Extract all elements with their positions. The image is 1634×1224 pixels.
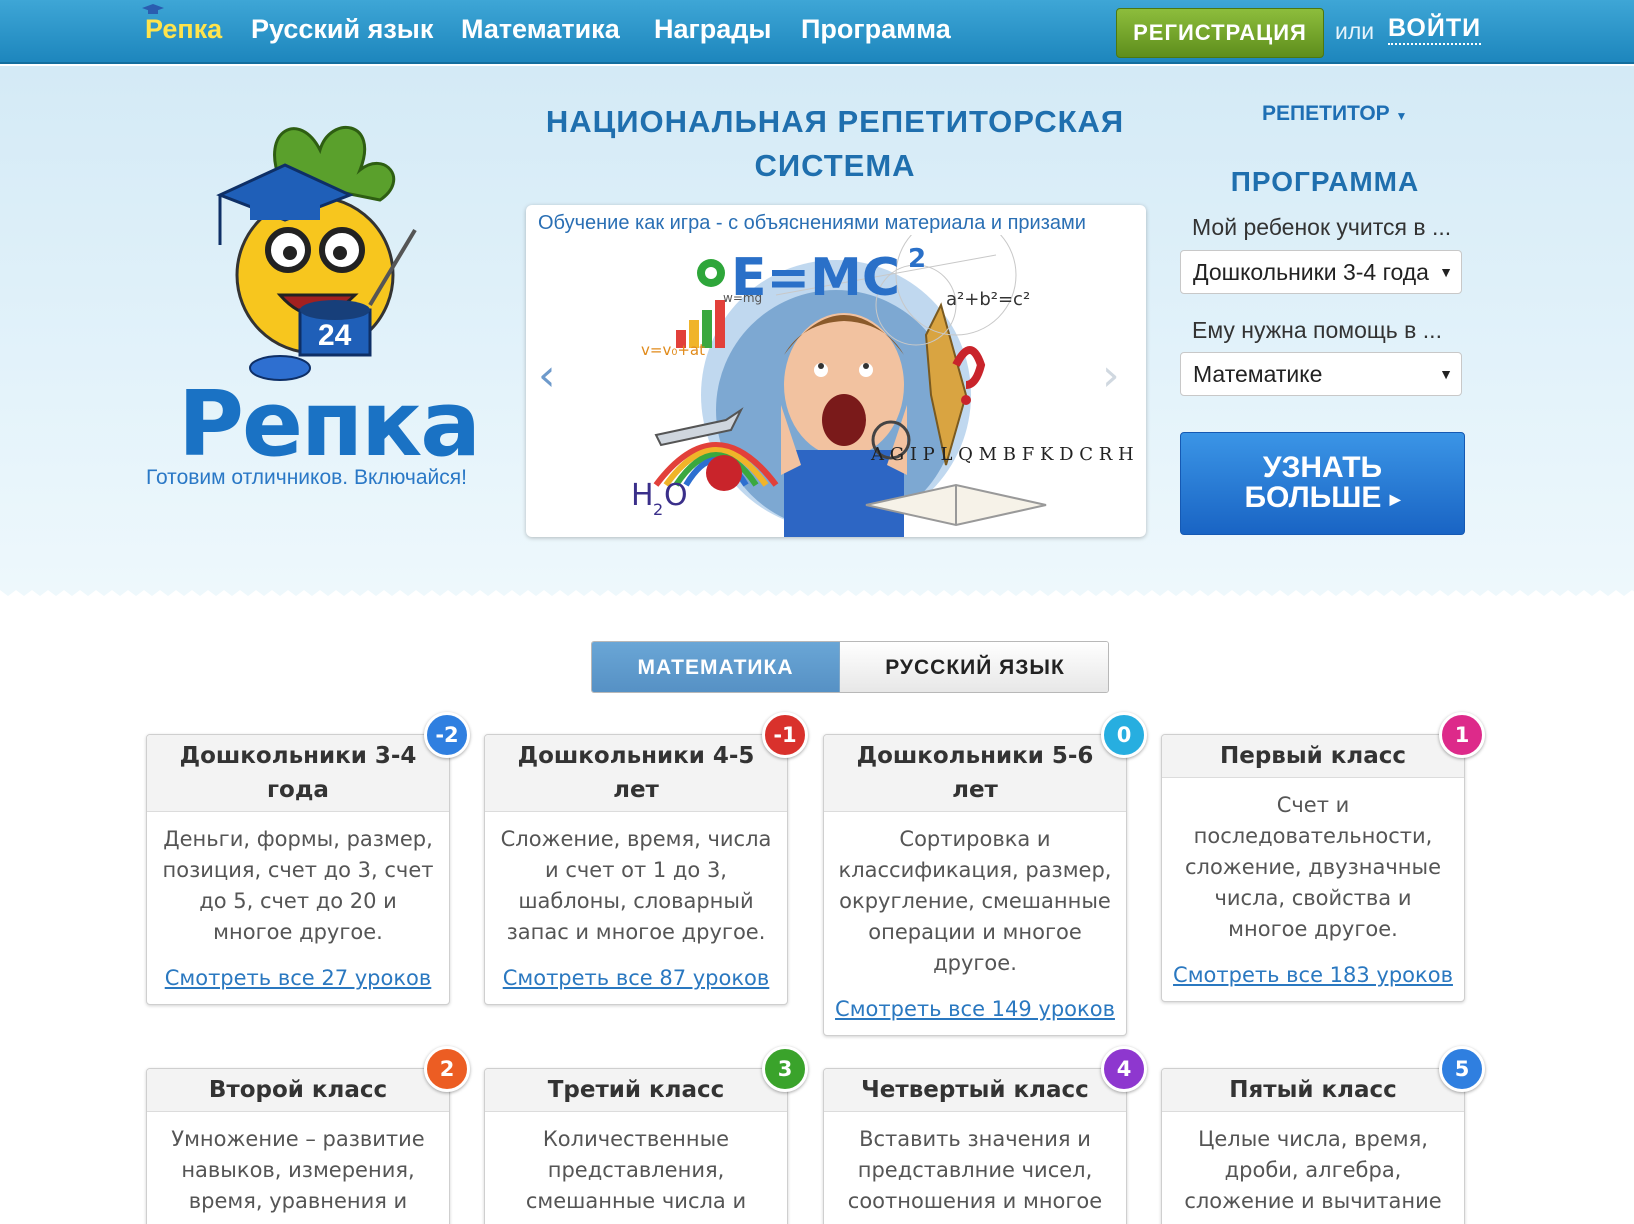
program-title: ПРОГРАММА [1230,166,1420,197]
grade-card-title: Дошкольники 5-6 лет [824,735,1126,812]
grade-card-title: Второй класс [147,1069,449,1112]
grade-card-description: Количественные представления, смешанные … [525,1127,747,1213]
brand-link[interactable]: Репка [145,14,222,45]
grade-badge: -2 [424,712,470,758]
grade-card-title: Пятый класс [1162,1069,1464,1112]
grade-badge: 4 [1101,1046,1147,1092]
grade-card: Дошкольники 4-5 лет Сложение, время, числ… [484,734,788,1005]
logo-wordmark: Репка [178,372,481,477]
grade-badge: 1 [1439,712,1485,758]
chevron-left-icon[interactable]: ‹ [538,350,556,401]
nav-awards[interactable]: Награды [654,14,771,45]
slider-illustration: E=MC 2 a²+b²=c² w=mg v=v₀+at H 2 O A G I… [631,235,1134,537]
tutor-dropdown-label: РЕПЕТИТОР [1262,102,1390,125]
art-formula-exponent: 2 [908,244,926,274]
grade-card-description: Умножение – развитие навыков, измерения,… [171,1127,425,1213]
child-grade-select[interactable]: Дошкольники 3-4 года ▼ [1180,250,1462,294]
hero-wavy-edge [0,590,1634,602]
art-force: w=mg [723,291,762,305]
grade-card: Первый класс Счет и последовательности, с… [1161,734,1465,1002]
grade-card-description: Вставить значения и представлние чисел, … [847,1127,1103,1213]
top-navbar: Репка Русский язык Математика Награды Пр… [0,0,1634,64]
help-subject-label: Ему нужна помощь в ... [1192,317,1442,343]
select-arrow-icon: ▼ [1433,353,1453,395]
nav-russian[interactable]: Русский язык [251,14,433,45]
grade-card-title: Третий класс [485,1069,787,1112]
grade-card-title: Дошкольники 3-4 года [147,735,449,812]
grade-card-title: Четвертый класс [824,1069,1126,1112]
art-velocity: v=v₀+at [641,341,705,359]
grade-card-description: Счет и последовательности, сложение, дву… [1184,793,1442,941]
slider-caption: Обучение как игра - с объяснениями матер… [538,212,1086,234]
grade-card: Четвертый класс Вставить значения и предс… [823,1068,1127,1224]
help-subject-select[interactable]: Математике ▼ [1180,352,1462,396]
nav-program[interactable]: Программа [801,14,951,45]
logo-slogan: Готовим отличников. Включайся! [146,466,467,489]
hero-title: НАЦИОНАЛЬНАЯ РЕПЕТИТОРСКАЯ СИСТЕМА [545,104,1125,183]
grade-card-title: Дошкольники 4-5 лет [485,735,787,812]
grade-card: Дошкольники 3-4 года Деньги, формы, разме… [146,734,450,1005]
help-subject-value: Математике [1193,361,1323,387]
caret-down-icon: ▼ [1395,109,1408,123]
grade-card: Пятый класс Целые числа, время, дроби, ал… [1161,1068,1465,1224]
learn-more-button[interactable]: УЗНАТЬ БОЛЬШЕ ▶ [1180,432,1465,535]
child-grade-value: Дошкольники 3-4 года [1193,259,1429,285]
subject-tabs: МАТЕМАТИКА РУССКИЙ ЯЗЫК [591,641,1109,693]
chevron-right-icon[interactable]: › [1102,350,1120,401]
art-water-o: O [664,478,688,513]
view-lessons-link[interactable]: Смотреть все 87 уроков [485,948,787,1004]
mascot-hat-number: 24 [318,319,352,352]
grade-card-description: Целые числа, время, дроби, алгебра, слож… [1184,1127,1442,1224]
art-pythagoras: a²+b²=c² [946,289,1030,310]
select-arrow-icon: ▼ [1433,251,1453,293]
register-button[interactable]: РЕГИСТРАЦИЯ [1116,8,1324,58]
nav-math[interactable]: Математика [461,14,620,45]
grade-badge: 3 [762,1046,808,1092]
mascot-logo: 24 [216,125,417,381]
tab-russian[interactable]: РУССКИЙ ЯЗЫК [840,642,1108,692]
art-water-sub: 2 [653,500,663,519]
view-lessons-link[interactable]: Смотреть все 149 уроков [824,979,1126,1035]
learn-more-line2: БОЛЬШЕ [1244,481,1382,514]
view-lessons-link[interactable]: Смотреть все 27 уроков [147,948,449,1004]
art-water-h: H [631,478,654,513]
learn-more-line2-row: БОЛЬШЕ ▶ [1181,483,1464,514]
learn-more-line1: УЗНАТЬ [1262,451,1383,484]
grade-badge: -1 [762,712,808,758]
grade-badge: 2 [424,1046,470,1092]
tab-math[interactable]: МАТЕМАТИКА [592,642,840,692]
grade-card-description: Сортировка и классификация, размер, окру… [838,827,1112,975]
caret-right-icon: ▶ [1389,491,1401,508]
grade-badge: 5 [1439,1046,1485,1092]
grade-card-title: Первый класс [1162,735,1464,778]
grade-card: Третий класс Количественные представления… [484,1068,788,1224]
login-link[interactable]: ВОЙТИ [1388,14,1482,45]
promo-slider: Обучение как игра - с объяснениями матер… [526,205,1146,537]
grade-card-description: Сложение, время, числа и счет от 1 до 3,… [500,827,772,944]
child-grade-label: Мой ребенок учится в ... [1192,214,1452,240]
tutor-dropdown[interactable]: РЕПЕТИТОР ▼ [1262,102,1407,126]
art-letters: A G I P L Q M B F K D C R H [870,444,1134,465]
or-text: или [1335,18,1375,44]
view-lessons-link[interactable]: Смотреть все 183 уроков [1162,945,1464,1001]
grade-card: Второй класс Умножение – развитие навыков… [146,1068,450,1224]
grade-card-description: Деньги, формы, размер, позиция, счет до … [162,827,434,944]
grade-badge: 0 [1101,712,1147,758]
grade-card: Дошкольники 5-6 лет Сортировка и классифи… [823,734,1127,1036]
